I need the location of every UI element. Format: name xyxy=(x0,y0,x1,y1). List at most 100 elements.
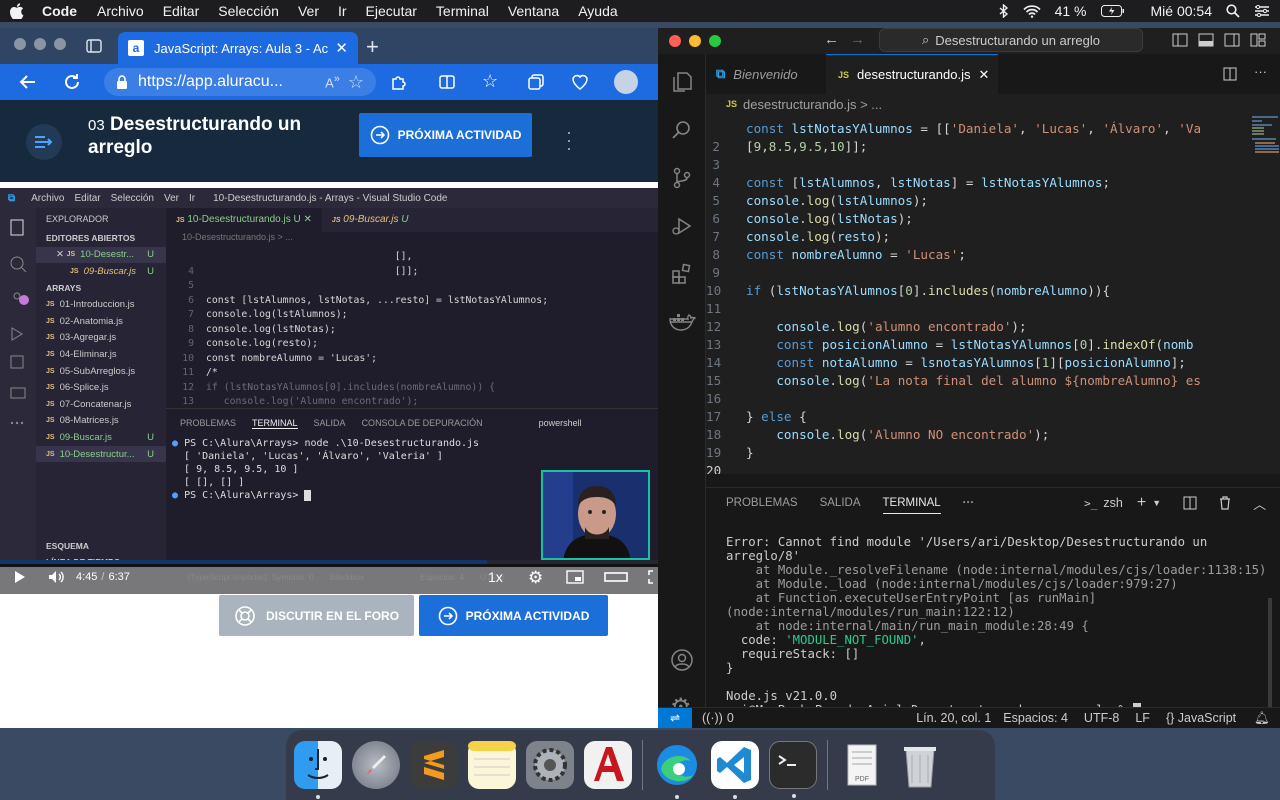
toggle-primary-sidebar-icon[interactable] xyxy=(1172,33,1188,47)
terminal-output[interactable]: Error: Cannot find module '/Users/ari/De… xyxy=(726,535,1271,717)
trash-icon[interactable] xyxy=(896,741,944,789)
close-tab-icon[interactable]: ✕ xyxy=(978,67,989,83)
customize-layout-icon[interactable] xyxy=(1250,33,1266,47)
menu-ayuda[interactable]: Ayuda xyxy=(578,3,617,19)
notes-icon[interactable] xyxy=(468,741,516,789)
end-of-line[interactable]: LF xyxy=(1135,711,1150,725)
close-window-button[interactable] xyxy=(14,38,26,50)
terminal-icon[interactable] xyxy=(769,741,817,798)
discuss-forum-button[interactable]: DISCUTIR EN EL FORO xyxy=(219,595,414,636)
next-activity-bottom-button[interactable]: PRÓXIMA ACTIVIDAD xyxy=(419,595,608,636)
split-terminal-icon[interactable] xyxy=(1183,496,1197,510)
collections-icon[interactable] xyxy=(527,73,545,91)
fullscreen-icon[interactable] xyxy=(648,570,658,584)
menu-ver[interactable]: Ver xyxy=(298,3,319,19)
read-aloud-icon[interactable]: A» xyxy=(325,73,340,90)
search-icon[interactable] xyxy=(670,118,694,142)
command-center-search[interactable]: ⌕ Desestructurando un arreglo xyxy=(879,28,1143,52)
menu-ir[interactable]: Ir xyxy=(338,3,347,19)
tab-actions-icon[interactable] xyxy=(86,39,102,53)
system-preferences-icon[interactable] xyxy=(526,741,574,789)
sublime-icon[interactable] xyxy=(410,741,458,789)
minimize-window-button[interactable] xyxy=(689,35,701,47)
launchpad-icon[interactable] xyxy=(352,741,400,789)
more-options-icon[interactable]: · · · xyxy=(566,123,572,157)
wifi-icon[interactable] xyxy=(1022,4,1041,18)
lock-icon[interactable] xyxy=(116,74,128,90)
new-tab-icon[interactable]: + xyxy=(366,34,379,60)
menubar-app-name[interactable]: Code xyxy=(42,3,77,19)
battery-icon[interactable] xyxy=(1100,5,1125,17)
panel-more-icon[interactable]: ··· xyxy=(963,497,975,509)
close-tab-icon[interactable]: ✕ xyxy=(335,39,348,57)
menu-editar[interactable]: Editar xyxy=(163,3,200,19)
vscode-icon[interactable] xyxy=(711,741,759,799)
favorite-star-icon[interactable]: ☆ xyxy=(348,72,364,93)
run-debug-icon[interactable] xyxy=(670,214,694,238)
cursor-position[interactable]: Lín. 20, col. 1 xyxy=(916,711,991,725)
ports-indicator[interactable]: ((·)) 0 xyxy=(702,711,734,725)
maximize-panel-icon[interactable]: ︿ xyxy=(1253,494,1266,513)
volume-icon[interactable] xyxy=(48,570,64,584)
close-window-button[interactable] xyxy=(669,35,681,47)
favorites-icon[interactable]: ☆ xyxy=(482,71,498,92)
next-activity-button[interactable]: PRÓXIMA ACTIVIDAD xyxy=(359,113,532,157)
menu-ventana[interactable]: Ventana xyxy=(508,3,559,19)
encoding[interactable]: UTF-8 xyxy=(1084,711,1119,725)
play-icon[interactable] xyxy=(14,570,26,584)
docker-icon[interactable] xyxy=(668,312,696,334)
accounts-icon[interactable] xyxy=(670,648,694,672)
clock[interactable]: Mié 00:54 xyxy=(1151,3,1212,19)
menu-ejecutar[interactable]: Ejecutar xyxy=(366,3,417,19)
tab-desestructurando[interactable]: JS desestructurando.js ✕ xyxy=(826,54,998,94)
panel-tab-problemas[interactable]: PROBLEMAS xyxy=(726,497,798,509)
edge-icon[interactable] xyxy=(653,741,701,799)
browser-essentials-icon[interactable] xyxy=(571,73,589,91)
back-icon[interactable] xyxy=(18,72,38,92)
toggle-secondary-sidebar-icon[interactable] xyxy=(1224,33,1240,47)
source-control-icon[interactable] xyxy=(670,166,694,190)
kill-terminal-icon[interactable] xyxy=(1219,496,1231,510)
toggle-panel-icon[interactable] xyxy=(1198,33,1214,47)
breadcrumb-path[interactable]: desestructurando.js > ... xyxy=(743,97,882,112)
spotlight-icon[interactable] xyxy=(1226,4,1240,18)
remote-indicator-icon[interactable]: ⇌ xyxy=(658,707,692,728)
new-terminal-icon[interactable]: + xyxy=(1137,494,1146,512)
extensions-icon[interactable] xyxy=(670,262,694,286)
panel-tab-terminal[interactable]: TERMINAL xyxy=(882,492,941,514)
split-editor-icon[interactable] xyxy=(1223,67,1237,81)
reload-icon[interactable] xyxy=(62,72,82,92)
nav-forward-icon[interactable]: → xyxy=(850,31,865,48)
indentation[interactable]: Espacios: 4 xyxy=(1003,711,1068,725)
code-editor[interactable]: const lstNotasYAlumnos = [['Daniela', 'L… xyxy=(706,114,1280,474)
chevron-down-icon[interactable]: ▼ xyxy=(1152,498,1161,508)
zoom-window-button[interactable] xyxy=(709,35,721,47)
theater-mode-icon[interactable] xyxy=(604,572,628,582)
pdf-stack-icon[interactable]: PDF xyxy=(838,741,886,789)
minimize-window-button[interactable] xyxy=(34,38,46,50)
extensions-icon[interactable] xyxy=(390,73,408,91)
browser-tab-active[interactable]: a JavaScript: Arrays: Aula 3 - Ac ✕ xyxy=(118,32,358,64)
menu-archivo[interactable]: Archivo xyxy=(97,3,144,19)
menu-seleccion[interactable]: Selección xyxy=(218,3,279,19)
terminal-shell-selector[interactable]: >_ zsh xyxy=(1084,496,1123,510)
menu-terminal[interactable]: Terminal xyxy=(436,3,489,19)
panel-tab-salida[interactable]: SALIDA xyxy=(820,497,861,509)
autocad-icon[interactable] xyxy=(584,741,632,789)
split-screen-icon[interactable] xyxy=(438,73,456,91)
explorer-icon[interactable] xyxy=(670,70,694,94)
zoom-window-button[interactable] xyxy=(54,38,66,50)
nav-back-icon[interactable]: ← xyxy=(824,31,839,48)
bluetooth-icon[interactable] xyxy=(999,4,1009,18)
tab-bienvenido[interactable]: ⧉ Bienvenido xyxy=(706,54,826,94)
apple-menu-icon[interactable] xyxy=(10,3,24,19)
control-center-icon[interactable] xyxy=(1254,5,1270,17)
minimap[interactable] xyxy=(1252,114,1280,174)
more-actions-icon[interactable]: ··· xyxy=(1254,64,1267,79)
profile-avatar[interactable] xyxy=(614,70,638,94)
address-bar[interactable]: https://app.aluracu... A» ☆ xyxy=(104,68,376,96)
picture-in-picture-icon[interactable] xyxy=(566,570,584,584)
notifications-bell-icon[interactable]: 🔔︎ xyxy=(1254,711,1270,726)
playback-speed-button[interactable]: 1x xyxy=(488,569,503,585)
settings-gear-icon[interactable]: ⚙ xyxy=(528,568,543,588)
